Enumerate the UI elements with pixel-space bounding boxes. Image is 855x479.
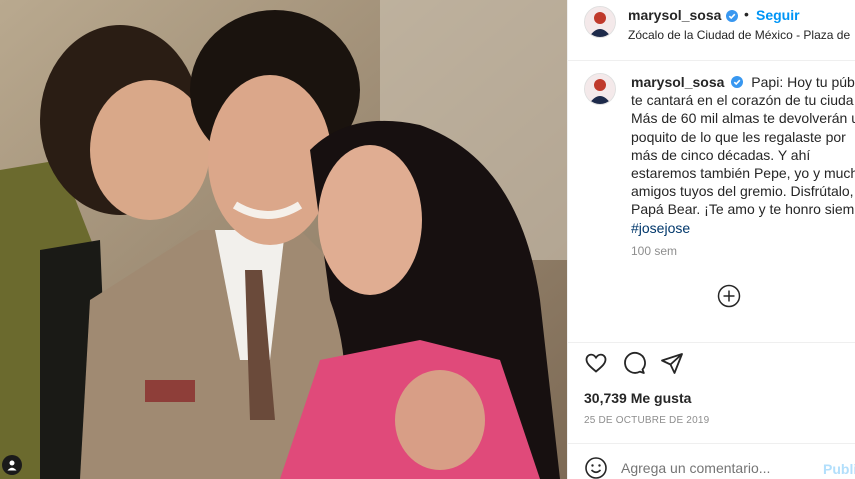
location-link[interactable]: Zócalo de la Ciudad de México - Plaza de xyxy=(628,28,850,42)
author-username[interactable]: marysol_sosa xyxy=(628,7,721,23)
post-side-panel: marysol_sosa • Seguir Zócalo de la Ciuda… xyxy=(567,0,855,479)
caption-username[interactable]: marysol_sosa xyxy=(631,74,724,90)
hashtag-link[interactable]: #josejose xyxy=(631,219,855,237)
emoji-icon[interactable] xyxy=(584,456,608,479)
verified-badge-icon xyxy=(726,10,738,22)
caption-line: poquito de lo que les regalaste por xyxy=(631,128,846,145)
plus-circle-icon[interactable] xyxy=(717,284,741,308)
caption-line: Más de 60 mil almas te devolverán u xyxy=(631,110,855,127)
caption-line: estaremos también Pepe, yo y much xyxy=(631,165,855,182)
caption-line: Papi: Hoy tu públic xyxy=(751,74,855,90)
comment-icon[interactable] xyxy=(622,351,646,375)
caption-line: amigos tuyos del gremio. Disfrútalo, xyxy=(631,183,854,200)
time-ago[interactable]: 100 sem xyxy=(631,244,677,258)
caption-line: más de cinco décadas. Y ahí xyxy=(631,146,811,163)
likes-count[interactable]: 30,739 Me gusta xyxy=(584,390,691,406)
action-bar xyxy=(568,342,855,383)
caption-line: te cantará en el corazón de tu ciuda xyxy=(631,92,854,109)
comment-input[interactable] xyxy=(621,460,801,476)
verified-badge-icon xyxy=(731,76,744,88)
publish-button[interactable]: Publi xyxy=(823,461,855,477)
post-date: 25 DE OCTUBRE DE 2019 xyxy=(584,415,710,426)
user-tag-icon[interactable] xyxy=(2,455,22,475)
photo-illustration xyxy=(0,0,567,479)
avatar[interactable] xyxy=(584,73,616,105)
heart-icon[interactable] xyxy=(584,351,608,375)
separator-dot: • xyxy=(744,6,749,22)
post-header: marysol_sosa • Seguir Zócalo de la Ciuda… xyxy=(568,0,855,61)
caption-text: marysol_sosa Papi: Hoy tu públic te cant… xyxy=(631,73,855,237)
caption-comment: marysol_sosa Papi: Hoy tu públic te cant… xyxy=(568,61,855,341)
avatar[interactable] xyxy=(584,6,616,38)
follow-button[interactable]: Seguir xyxy=(756,7,800,23)
post-photo[interactable] xyxy=(0,0,567,479)
add-comment-form: Publi xyxy=(568,443,855,479)
share-icon[interactable] xyxy=(660,351,684,375)
caption-line: Papá Bear. ¡Te amo y te honro siemp xyxy=(631,201,855,218)
